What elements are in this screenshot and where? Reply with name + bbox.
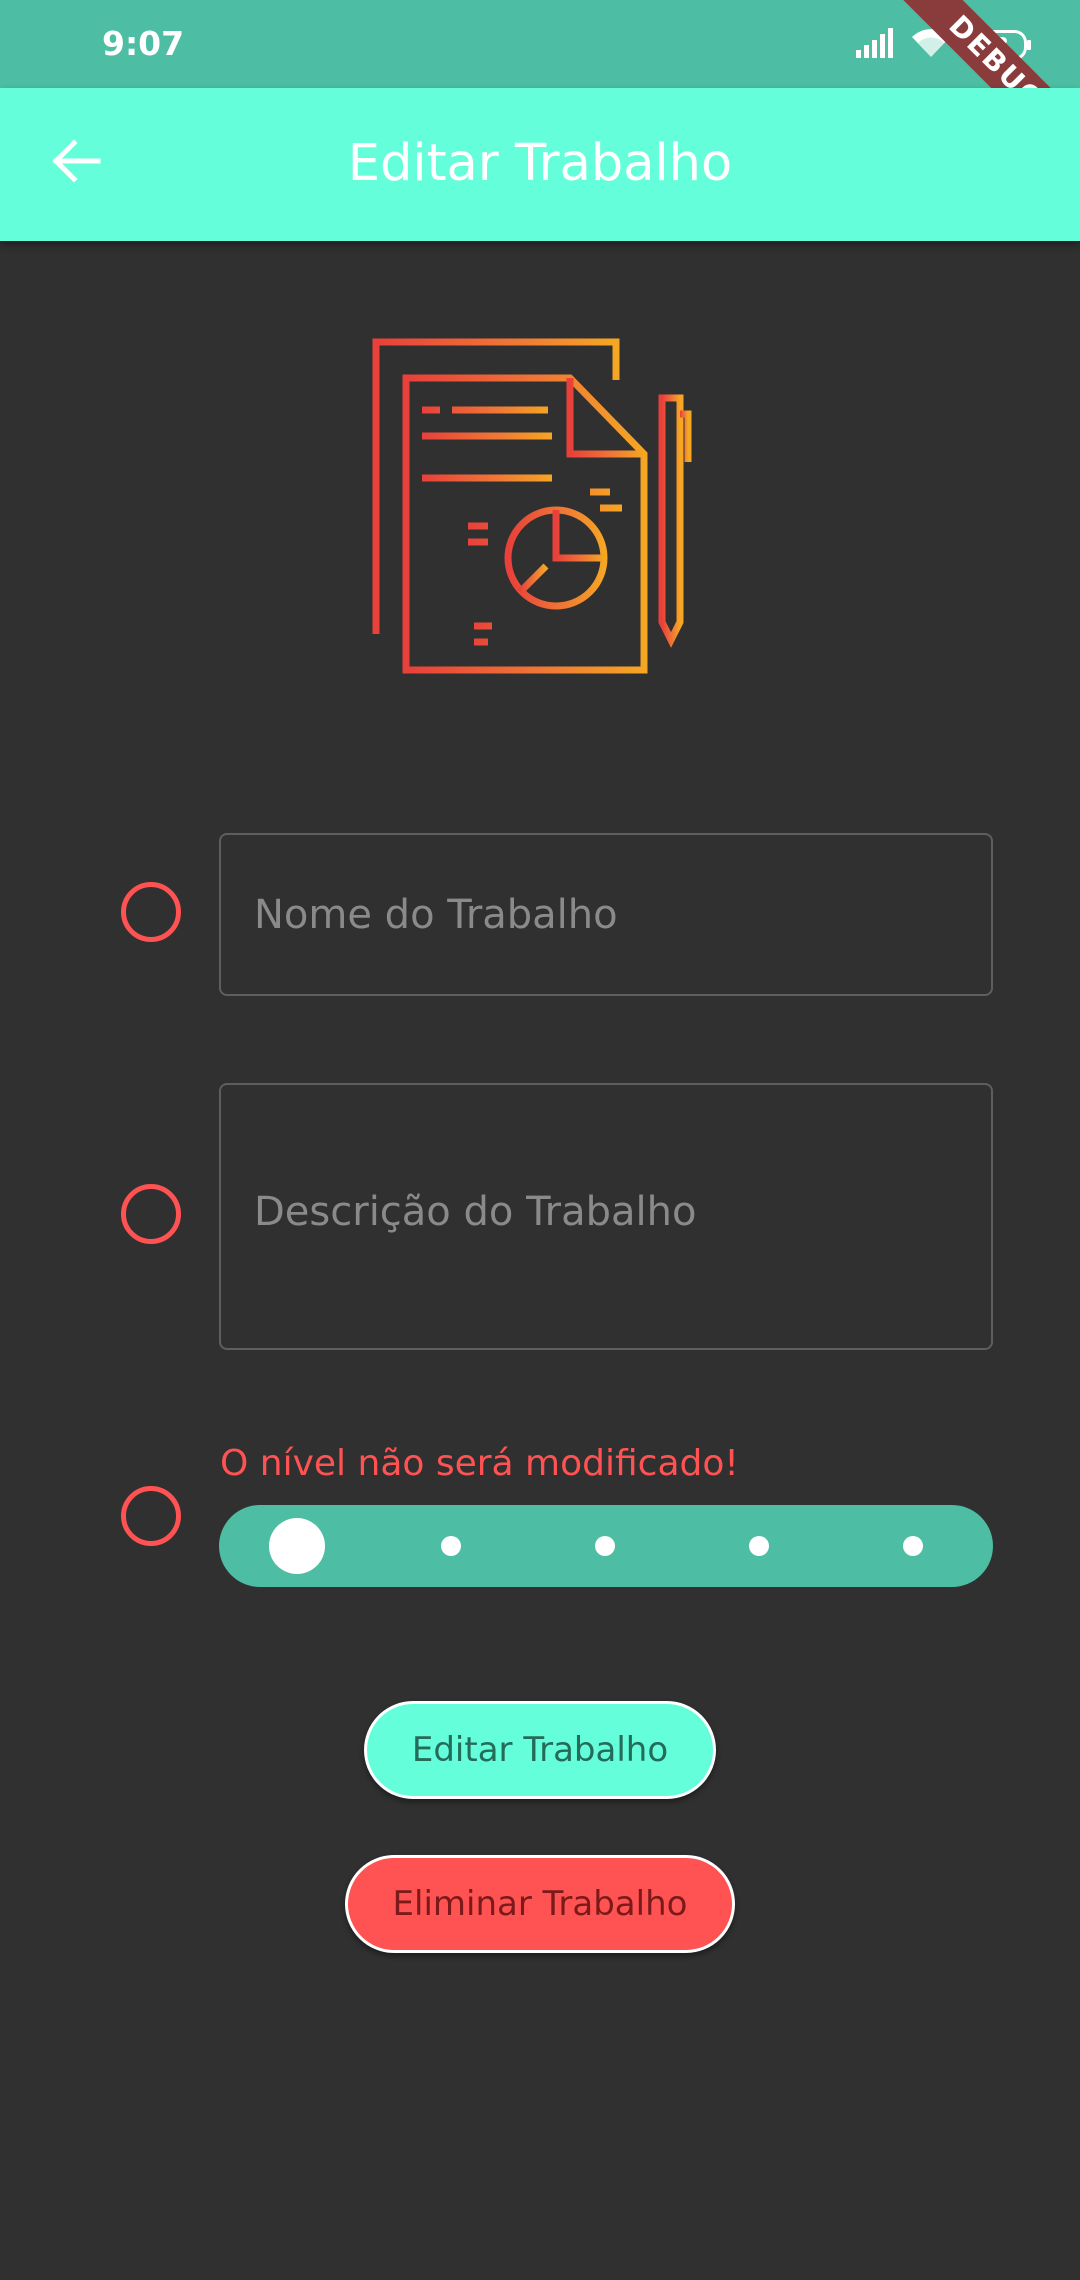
description-field[interactable] (221, 1085, 991, 1348)
delete-job-button[interactable]: Eliminar Trabalho (345, 1855, 735, 1953)
name-field[interactable] (221, 835, 991, 994)
signal-icon (854, 28, 896, 62)
slider-step-2[interactable] (441, 1536, 461, 1556)
level-warning-text: O nível não será modificado! (220, 1443, 739, 1484)
level-status-circle (121, 1486, 181, 1546)
app-bar: Editar Trabalho (0, 88, 1080, 241)
slider-thumb[interactable] (269, 1518, 325, 1574)
slider-step-4[interactable] (749, 1536, 769, 1556)
document-chart-icon (370, 336, 710, 676)
slider-step-5[interactable] (903, 1536, 923, 1556)
edit-job-button[interactable]: Editar Trabalho (364, 1701, 716, 1799)
slider-step-3[interactable] (595, 1536, 615, 1556)
name-status-circle (121, 882, 181, 942)
description-field-container (219, 1083, 993, 1350)
level-slider[interactable] (219, 1505, 993, 1587)
status-time: 9:07 (102, 24, 185, 63)
page-title: Editar Trabalho (347, 134, 733, 193)
name-field-container (219, 833, 993, 996)
description-status-circle (121, 1184, 181, 1244)
